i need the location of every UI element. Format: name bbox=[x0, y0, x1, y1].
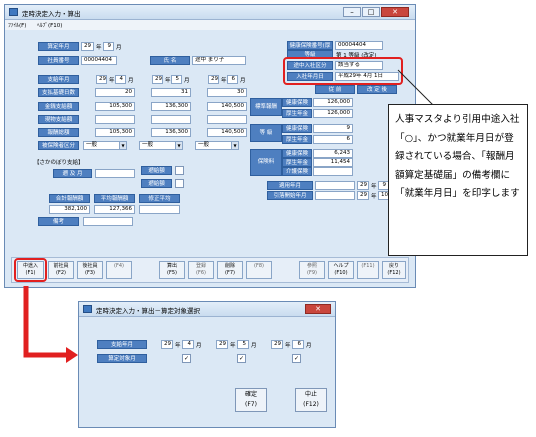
cancel-key: (F12) bbox=[303, 401, 319, 408]
cancel-label: 中止 bbox=[304, 391, 317, 398]
dialog-pay-month-label: 支給年月 bbox=[97, 340, 147, 349]
dialog-year-3: 29 bbox=[271, 340, 283, 349]
dialog-month-1: 4 bbox=[182, 340, 194, 349]
dialog-target-month-label: 算定対象月 bbox=[97, 354, 147, 363]
dialog-close-button[interactable]: ✕ bbox=[305, 304, 331, 314]
app-icon bbox=[83, 305, 92, 313]
confirm-button[interactable]: 確定 (F7) bbox=[235, 388, 267, 412]
dialog-target-checkbox-3[interactable]: ✓ bbox=[292, 354, 301, 363]
arrow-shaft bbox=[23, 286, 68, 358]
dialog-year-unit-2: 年 bbox=[230, 343, 236, 349]
dialog-month-3: 6 bbox=[292, 340, 304, 349]
dialog-year-2: 29 bbox=[216, 340, 228, 349]
annotation-callout: 人事マスタより引用中途入社「○」、かつ就業年月日が登録されている場合、「報酬月額… bbox=[388, 104, 528, 256]
dialog-title: 定時決定入力・算出－算定対象選択 bbox=[96, 307, 200, 315]
select-target-dialog: 定時決定入力・算出－算定対象選択 ✕ 支給年月 算定対象月 29 年 4 月 ✓… bbox=[78, 301, 336, 428]
dialog-target-checkbox-2[interactable]: ✓ bbox=[237, 354, 246, 363]
dialog-year-1: 29 bbox=[161, 340, 173, 349]
dialog-month-2: 5 bbox=[237, 340, 249, 349]
confirm-label: 確定 bbox=[244, 391, 257, 398]
dialog-month-unit-3: 月 bbox=[306, 343, 312, 349]
dialog-month-unit-2: 月 bbox=[251, 343, 257, 349]
confirm-key: (F7) bbox=[245, 401, 257, 408]
dialog-title-bar: 定時決定入力・算出－算定対象選択 ✕ bbox=[79, 302, 335, 317]
dialog-year-unit-1: 年 bbox=[175, 343, 181, 349]
cancel-button[interactable]: 中止 (F12) bbox=[295, 388, 327, 412]
dialog-target-checkbox-1[interactable]: ✓ bbox=[182, 354, 191, 363]
arrow-head bbox=[66, 347, 78, 363]
dialog-month-unit-1: 月 bbox=[196, 343, 202, 349]
dialog-year-unit-3: 年 bbox=[285, 343, 291, 349]
